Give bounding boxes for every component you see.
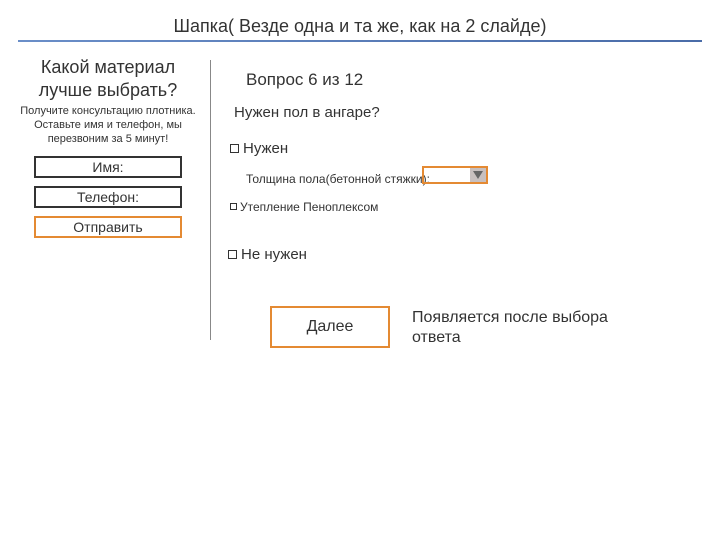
lead-subtitle: Получите консультацию плотника. Оставьте… bbox=[18, 105, 198, 146]
checkbox-icon bbox=[230, 203, 237, 210]
option-yes[interactable]: Нужен bbox=[230, 140, 288, 157]
submit-button[interactable]: Отправить bbox=[34, 216, 182, 238]
phone-field[interactable]: Телефон: bbox=[34, 186, 182, 208]
checkbox-icon bbox=[228, 250, 237, 259]
page-title: Шапка( Везде одна и та же, как на 2 слай… bbox=[0, 16, 720, 37]
thickness-label: Толщина пола(бетонной стяжки): bbox=[246, 172, 430, 186]
option-yes-label: Нужен bbox=[243, 140, 288, 157]
name-field[interactable]: Имя: bbox=[34, 156, 182, 178]
quiz-question: Нужен пол в ангаре? bbox=[234, 104, 380, 121]
thickness-select[interactable] bbox=[422, 166, 488, 184]
header-divider bbox=[18, 40, 702, 42]
quiz-progress: Вопрос 6 из 12 bbox=[246, 70, 363, 90]
next-button[interactable]: Далее bbox=[270, 306, 390, 348]
lead-form: Какой материал лучше выбрать? Получите к… bbox=[18, 56, 198, 238]
option-insulation[interactable]: Утепление Пеноплексом bbox=[230, 200, 378, 214]
next-note: Появляется после выбора ответа bbox=[412, 308, 652, 348]
chevron-down-icon bbox=[470, 168, 486, 182]
lead-title: Какой материал лучше выбрать? bbox=[18, 56, 198, 101]
checkbox-icon bbox=[230, 144, 239, 153]
option-no-label: Не нужен bbox=[241, 246, 307, 263]
thickness-value bbox=[424, 168, 470, 182]
insulation-label: Утепление Пеноплексом bbox=[240, 200, 378, 214]
vertical-divider bbox=[210, 60, 211, 340]
option-no[interactable]: Не нужен bbox=[228, 246, 307, 263]
